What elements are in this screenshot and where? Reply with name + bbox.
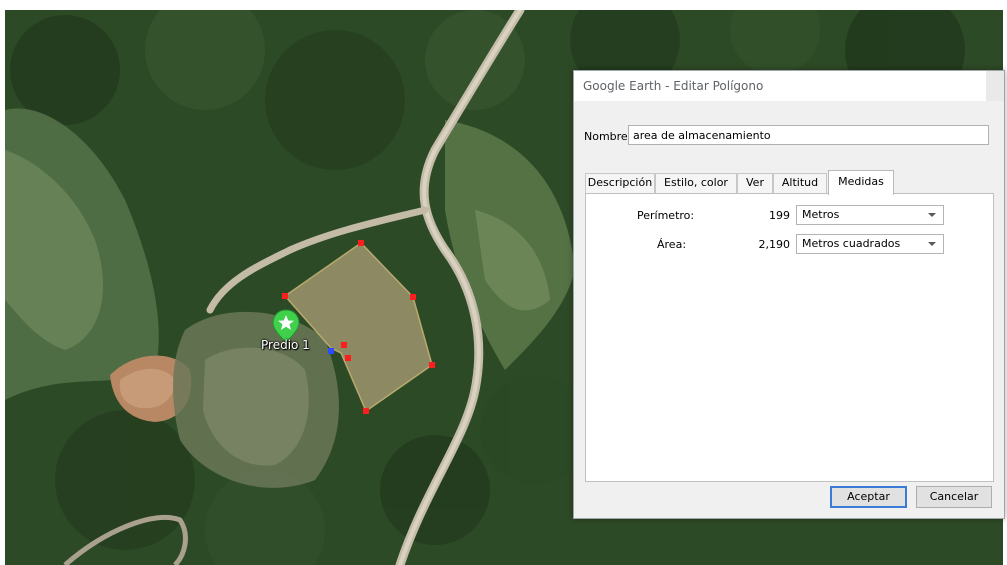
placemark-label[interactable]: Predio 1 <box>261 338 310 352</box>
perimeter-label: Perímetro: <box>637 209 695 222</box>
dialog-title: Google Earth - Editar Polígono <box>583 79 764 93</box>
tab-ver[interactable]: Ver <box>737 173 773 193</box>
ok-button[interactable]: Aceptar <box>830 486 907 508</box>
name-label: Nombre: <box>584 130 632 143</box>
perimeter-value: 199 <box>769 209 790 222</box>
area-label: Área: <box>657 238 687 251</box>
chevron-down-icon <box>928 242 936 246</box>
tab-descripcion[interactable]: Descripción <box>585 173 655 193</box>
dialog-titlebar[interactable]: Google Earth - Editar Polígono <box>574 71 1004 101</box>
area-value: 2,190 <box>758 238 791 251</box>
measurements-panel: Perímetro: 199 Metros Área: 2,190 Metros… <box>585 193 994 482</box>
area-unit-select[interactable]: Metros cuadrados <box>796 234 944 254</box>
name-input[interactable] <box>628 125 989 145</box>
chevron-down-icon <box>928 213 936 217</box>
cancel-button[interactable]: Cancelar <box>916 486 992 508</box>
tab-estilo-color[interactable]: Estilo, color <box>655 173 737 193</box>
tab-altitud[interactable]: Altitud <box>773 173 827 193</box>
edit-polygon-dialog: Google Earth - Editar Polígono Nombre: D… <box>573 70 1005 519</box>
tab-medidas[interactable]: Medidas <box>828 170 894 195</box>
perimeter-unit-select[interactable]: Metros <box>796 205 944 225</box>
close-button[interactable] <box>986 71 1004 101</box>
